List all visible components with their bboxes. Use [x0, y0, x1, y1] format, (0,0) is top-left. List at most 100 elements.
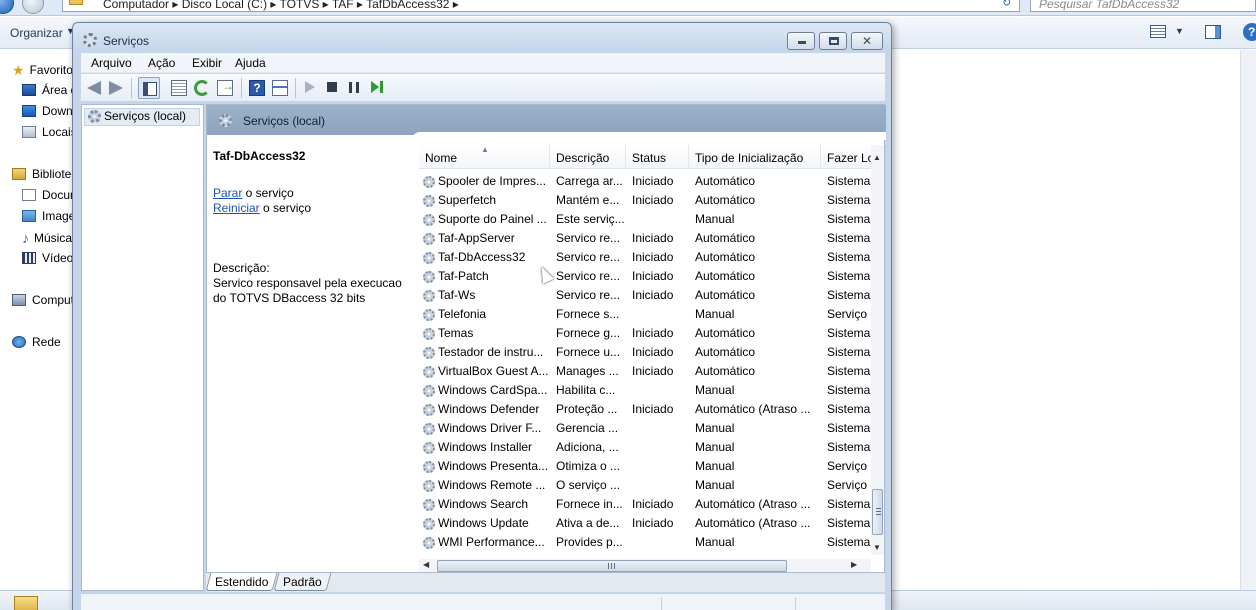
column-header-nome[interactable]: ▲ Nome	[419, 145, 550, 169]
restart-service-link[interactable]: Reiniciar	[213, 201, 260, 215]
menu-exibir[interactable]: Exibir	[192, 56, 222, 70]
nav-places[interactable]: Locais	[22, 125, 77, 143]
scroll-left-icon[interactable]: ◀	[423, 560, 429, 569]
table-row[interactable]: Superfetch Mantém e... Iniciado Automático S…	[419, 190, 871, 209]
column-header-tipo-inicializacao[interactable]: Tipo de Inicialização	[689, 145, 821, 169]
refresh-icon[interactable]: ↻	[1002, 0, 1011, 9]
nav-music[interactable]: ♪ Músicas	[22, 230, 78, 248]
table-row[interactable]: Windows CardSpa... Habilita c... Manual Sis…	[419, 380, 871, 399]
start-service-icon[interactable]	[305, 81, 315, 93]
back-arrow-icon[interactable]	[87, 81, 101, 95]
properties-icon[interactable]	[171, 80, 187, 96]
service-gear-icon	[423, 499, 435, 511]
service-gear-icon	[423, 195, 435, 207]
vertical-scrollbar[interactable]: ▲ ▼	[871, 145, 884, 555]
tree-item-services-local[interactable]: Serviços (local)	[84, 108, 200, 126]
breadcrumb[interactable]: Computador ▸ Disco Local (C:) ▸ TOTVS ▸ …	[62, 0, 1020, 12]
table-row[interactable]: WMI Performance... Provides p... Manual Sis…	[419, 532, 871, 551]
tab-padrao[interactable]: Padrão	[273, 573, 332, 591]
table-row[interactable]: Temas Fornece g... Iniciado Automático Siste…	[419, 323, 871, 342]
explorer-scrollbar[interactable]	[1240, 50, 1256, 590]
service-description-cell: Carrega ar...	[556, 174, 623, 188]
table-row[interactable]: Spooler de Impres... Carrega ar... Iniciad…	[419, 171, 871, 190]
restore-button[interactable]	[819, 32, 847, 50]
service-name-cell: Windows Installer	[423, 440, 551, 454]
organize-button[interactable]: Organizar	[10, 26, 63, 40]
table-row[interactable]: Windows Remote ... O serviço ... Manual Ser…	[419, 475, 871, 494]
table-row[interactable]: Windows Installer Adiciona, ... Manual Sist…	[419, 437, 871, 456]
scroll-thumb[interactable]	[872, 489, 883, 535]
tab-estendido[interactable]: Estendido	[205, 573, 278, 591]
menu-acao[interactable]: Ação	[148, 56, 175, 70]
service-status-cell: Iniciado	[632, 326, 674, 340]
service-name-cell: Superfetch	[423, 193, 551, 207]
status-bar	[81, 593, 885, 610]
service-startup-type-cell: Automático	[695, 193, 756, 207]
column-header-descricao[interactable]: Descrição	[550, 145, 626, 169]
menu-ajuda[interactable]: Ajuda	[235, 56, 266, 70]
show-console-tree-icon[interactable]	[138, 77, 160, 99]
service-status-cell: Iniciado	[632, 497, 674, 511]
services-title-bar[interactable]: Serviços ✕	[73, 23, 891, 51]
scroll-down-icon[interactable]: ▼	[873, 543, 881, 552]
table-row[interactable]: Windows Defender Proteção ... Iniciado Auto…	[419, 399, 871, 418]
service-startup-type-cell: Manual	[695, 459, 735, 473]
service-description-cell: Fornece s...	[556, 307, 620, 321]
service-description-cell: Servico re...	[556, 269, 621, 283]
table-row[interactable]: Windows Update Ativa a de... Iniciado Autom…	[419, 513, 871, 532]
selected-service-name: Taf-DbAccess32	[213, 149, 306, 163]
minimize-button[interactable]	[787, 32, 815, 50]
column-header-status[interactable]: Status	[626, 145, 689, 169]
service-name-cell: Taf-Patch	[423, 269, 551, 283]
service-name-cell: Windows Update	[423, 516, 551, 530]
nav-network[interactable]: Rede	[12, 335, 61, 353]
table-row[interactable]: Taf-Ws Servico re... Iniciado Automático Sis…	[419, 285, 871, 304]
table-row[interactable]: VirtualBox Guest A... Manages ... Iniciado…	[419, 361, 871, 380]
table-row[interactable]: Taf-Patch Servico re... Iniciado Automático…	[419, 266, 871, 285]
service-gear-icon	[423, 537, 435, 549]
chevron-down-icon[interactable]: ▼	[1175, 26, 1184, 36]
menu-arquivo[interactable]: Arquivo	[91, 56, 132, 70]
scroll-thumb[interactable]	[437, 560, 787, 572]
service-status-cell: Iniciado	[632, 269, 674, 283]
column-header-logon[interactable]: Fazer Logon como	[821, 145, 871, 169]
stop-service-suffix: o serviço	[242, 186, 294, 200]
refresh-icon[interactable]	[194, 80, 210, 96]
pause-service-icon[interactable]	[349, 82, 359, 93]
nav-favorites[interactable]: ★ Favoritos	[12, 62, 79, 80]
table-row[interactable]: Windows Presenta... Otimiza o ... Manual Se…	[419, 456, 871, 475]
table-row[interactable]: Taf-DbAccess32 Servico re... Iniciado Autom…	[419, 247, 871, 266]
table-row[interactable]: Telefonia Fornece s... Manual Serviço de Re…	[419, 304, 871, 323]
action-pane-icon[interactable]	[272, 80, 288, 96]
service-gear-icon	[423, 347, 435, 359]
table-row[interactable]: Windows Driver F... Gerencia ... Manual Sis…	[419, 418, 871, 437]
restart-service-icon[interactable]	[371, 81, 385, 93]
service-gear-icon	[423, 309, 435, 321]
scroll-right-icon[interactable]: ▶	[851, 560, 857, 569]
stop-service-link[interactable]: Parar	[213, 186, 242, 200]
table-row[interactable]: Taf-AppServer Servico re... Iniciado Automá…	[419, 228, 871, 247]
service-logon-cell: Sistema Local	[827, 250, 871, 264]
stop-service-icon[interactable]	[327, 82, 337, 92]
computer-icon	[12, 294, 26, 306]
back-button[interactable]	[0, 0, 14, 14]
help-icon[interactable]: ?	[1243, 23, 1256, 41]
change-view-icon[interactable]	[1150, 25, 1166, 38]
forward-button[interactable]	[22, 0, 44, 14]
extended-info-panel: Taf-DbAccess32 Parar o serviço Reiniciar…	[207, 137, 415, 557]
export-list-icon[interactable]	[217, 79, 234, 96]
horizontal-scrollbar[interactable]: ◀ ▶	[419, 559, 871, 573]
nav-videos[interactable]: Vídeos	[22, 251, 79, 269]
library-icon	[12, 168, 26, 180]
forward-arrow-icon[interactable]	[109, 81, 123, 95]
service-name-cell: Windows Defender	[423, 402, 551, 416]
table-row[interactable]: Suporte do Painel ... Este serviç... Manua…	[419, 209, 871, 228]
preview-pane-icon[interactable]	[1205, 25, 1221, 39]
table-row[interactable]: Testador de instru... Fornece u... Iniciad…	[419, 342, 871, 361]
service-logon-cell: Sistema Local	[827, 383, 871, 397]
search-input[interactable]: Pesquisar TafDbAccess32	[1030, 0, 1256, 12]
scroll-up-icon[interactable]: ▲	[873, 153, 881, 162]
table-row[interactable]: Windows Search Fornece in... Iniciado Autom…	[419, 494, 871, 513]
close-button[interactable]: ✕	[851, 32, 883, 50]
help-icon[interactable]: ?	[249, 80, 265, 96]
